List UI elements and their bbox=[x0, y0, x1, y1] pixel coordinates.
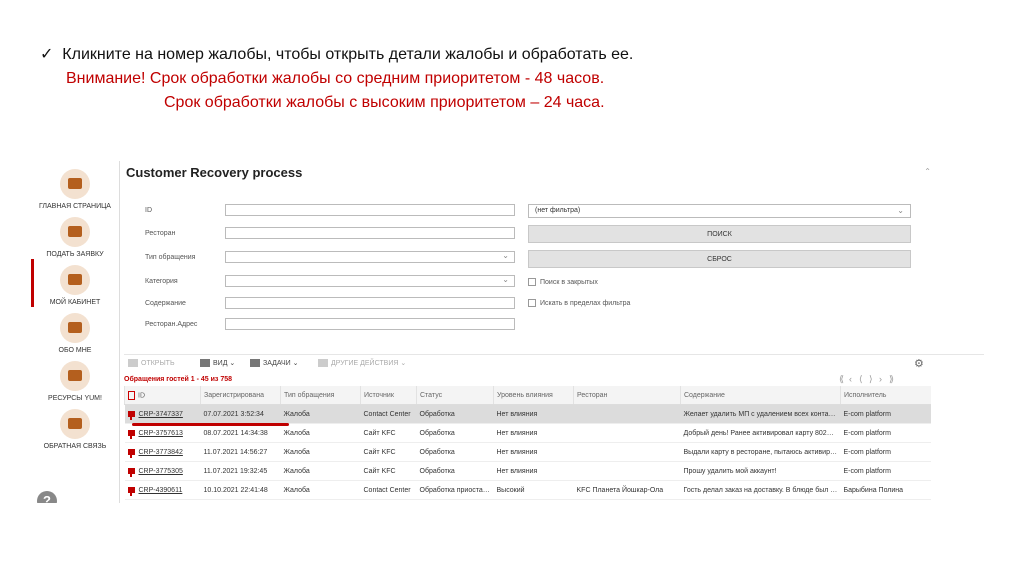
table-row[interactable]: CRP-3775305 11.07.2021 19:32:45 Жалоба С… bbox=[124, 461, 931, 481]
complaint-id-link[interactable]: CRP-3775305 bbox=[139, 468, 183, 475]
sidebar-item-submit[interactable]: ПОДАТЬ ЗАЯВКУ bbox=[31, 217, 119, 258]
warning-line-2: Срок обработки жалобы с высоким приорите… bbox=[164, 94, 605, 111]
tasks-button[interactable]: ЗАДАЧИ ⌄ bbox=[250, 359, 299, 368]
complaint-id-link[interactable]: CRP-3773842 bbox=[139, 449, 183, 456]
address-input[interactable] bbox=[225, 318, 515, 330]
folder-icon bbox=[128, 359, 138, 367]
filter-select[interactable]: (нет фильтра) ⌄ bbox=[528, 204, 911, 218]
chevron-down-icon: ⌄ bbox=[502, 275, 509, 284]
search-closed-checkbox[interactable]: Поиск в закрытых bbox=[528, 278, 598, 286]
flag-icon bbox=[127, 410, 135, 420]
content-input[interactable] bbox=[225, 297, 515, 309]
sidebar-item-about[interactable]: ОБО МНЕ bbox=[31, 313, 119, 354]
flag-icon bbox=[127, 467, 135, 477]
sidebar-item-resources[interactable]: РЕСУРСЫ YUM! bbox=[31, 361, 119, 402]
sidebar: ГЛАВНАЯ СТРАНИЦА ПОДАТЬ ЗАЯВКУ МОЙ КАБИН… bbox=[31, 161, 120, 503]
pager: ⟪‹ ⟨ ⟩ › ⟫ bbox=[839, 374, 899, 385]
complaint-id-link[interactable]: CRP-4390611 bbox=[139, 487, 183, 494]
flag-icon bbox=[127, 429, 135, 439]
type-select[interactable]: ⌄ bbox=[225, 251, 515, 263]
sidebar-item-home[interactable]: ГЛАВНАЯ СТРАНИЦА bbox=[31, 169, 119, 210]
flag-icon bbox=[127, 486, 135, 496]
chevron-down-icon: ⌄ bbox=[502, 251, 509, 260]
checkbox-icon bbox=[528, 299, 536, 307]
main-panel: Customer Recovery process ⌃ ID Ресторан … bbox=[119, 161, 991, 503]
monitor-icon bbox=[60, 169, 90, 199]
id-input[interactable] bbox=[225, 204, 515, 216]
gear-icon[interactable]: ⚙ bbox=[914, 357, 924, 370]
tasks-icon bbox=[250, 359, 260, 368]
cabinet-icon bbox=[60, 265, 90, 295]
column-header[interactable]: Ресторан bbox=[573, 386, 681, 405]
other-actions-button[interactable]: ДРУГИЕ ДЕЙСТВИЯ ⌄ bbox=[318, 359, 406, 368]
collapse-icon[interactable]: ⌃ bbox=[924, 167, 931, 176]
table-row[interactable]: CRP-4390611 10.10.2021 22:41:48 Жалоба C… bbox=[124, 480, 931, 500]
page-title: Customer Recovery process bbox=[126, 165, 303, 180]
sidebar-item-feedback[interactable]: ОБРАТНАЯ СВЯЗЬ bbox=[31, 409, 119, 450]
warning-line-1: Внимание! Срок обработки жалобы со средн… bbox=[66, 70, 605, 87]
wand-icon bbox=[318, 359, 328, 368]
forward-icon[interactable]: ⟩ bbox=[869, 374, 879, 385]
table-row[interactable]: CRP-3747337 07.07.2021 3:52:34 Жалоба Co… bbox=[124, 404, 931, 424]
column-header[interactable]: Источник bbox=[360, 386, 417, 405]
table-header: ID Зарегистрирована Тип обращения Источн… bbox=[124, 386, 931, 405]
app-window: ГЛАВНАЯ СТРАНИЦА ПОДАТЬ ЗАЯВКУ МОЙ КАБИН… bbox=[31, 161, 991, 503]
column-header[interactable]: Исполнитель bbox=[840, 386, 931, 405]
flag-icon bbox=[127, 448, 135, 458]
chevron-down-icon: ⌄ bbox=[897, 206, 904, 215]
reset-button[interactable]: СБРОС bbox=[528, 250, 911, 268]
column-header[interactable]: Тип обращения bbox=[280, 386, 361, 405]
type-label: Тип обращения bbox=[145, 254, 196, 261]
search-in-filter-checkbox[interactable]: Искать в пределах фильтра bbox=[528, 299, 630, 307]
first-page-icon[interactable]: ⟪ bbox=[839, 374, 849, 385]
sidebar-item-cabinet[interactable]: МОЙ КАБИНЕТ bbox=[31, 265, 119, 306]
profile-icon bbox=[60, 313, 90, 343]
complaint-id-link[interactable]: CRP-3757613 bbox=[139, 430, 183, 437]
address-label: Ресторан.Адрес bbox=[145, 321, 198, 328]
search-button[interactable]: ПОИСК bbox=[528, 225, 911, 243]
back-icon[interactable]: ⟨ bbox=[859, 374, 869, 385]
instruction-line-1: ✓ Кликните на номер жалобы, чтобы открыт… bbox=[40, 46, 634, 63]
prev-page-icon[interactable]: ‹ bbox=[849, 374, 859, 384]
column-header[interactable]: ID bbox=[124, 386, 201, 405]
content-label: Содержание bbox=[145, 300, 186, 307]
id-label: ID bbox=[145, 207, 152, 214]
table-row[interactable]: CRP-3773842 11.07.2021 14:56:27 Жалоба С… bbox=[124, 442, 931, 462]
check-icon: ✓ bbox=[40, 46, 54, 63]
phone-icon bbox=[60, 217, 90, 247]
view-button[interactable]: ВИД ⌄ bbox=[200, 359, 235, 368]
highlight-underline bbox=[132, 423, 289, 426]
grid-icon bbox=[200, 359, 210, 368]
next-page-icon[interactable]: › bbox=[879, 374, 889, 384]
open-button[interactable]: ОТКРЫТЬ bbox=[128, 359, 175, 367]
restaurant-input[interactable] bbox=[225, 227, 515, 239]
column-header[interactable]: Уровень влияния bbox=[493, 386, 574, 405]
complaint-id-link[interactable]: CRP-3747337 bbox=[139, 411, 183, 418]
column-header[interactable]: Содержание bbox=[680, 386, 841, 405]
network-icon bbox=[60, 361, 90, 391]
table-row[interactable]: CRP-3757613 08.07.2021 14:34:38 Жалоба С… bbox=[124, 423, 931, 443]
checkbox-icon bbox=[528, 278, 536, 286]
toolbar: ОТКРЫТЬ ВИД ⌄ ЗАДАЧИ ⌄ ДРУГИЕ ДЕЙСТВИЯ ⌄… bbox=[124, 354, 984, 375]
restaurant-label: Ресторан bbox=[145, 230, 176, 237]
column-header[interactable]: Зарегистрирована bbox=[200, 386, 281, 405]
help-icon[interactable]: ? bbox=[37, 491, 57, 503]
list-count: Обращения гостей 1 - 45 из 758 bbox=[124, 376, 233, 383]
checkbox-icon bbox=[128, 390, 135, 400]
category-select[interactable]: ⌄ bbox=[225, 275, 515, 287]
column-header[interactable]: Статус bbox=[416, 386, 494, 405]
last-page-icon[interactable]: ⟫ bbox=[889, 374, 899, 385]
feedback-icon bbox=[60, 409, 90, 439]
category-label: Категория bbox=[145, 278, 178, 285]
complaints-table: ID Зарегистрирована Тип обращения Источн… bbox=[124, 386, 931, 500]
